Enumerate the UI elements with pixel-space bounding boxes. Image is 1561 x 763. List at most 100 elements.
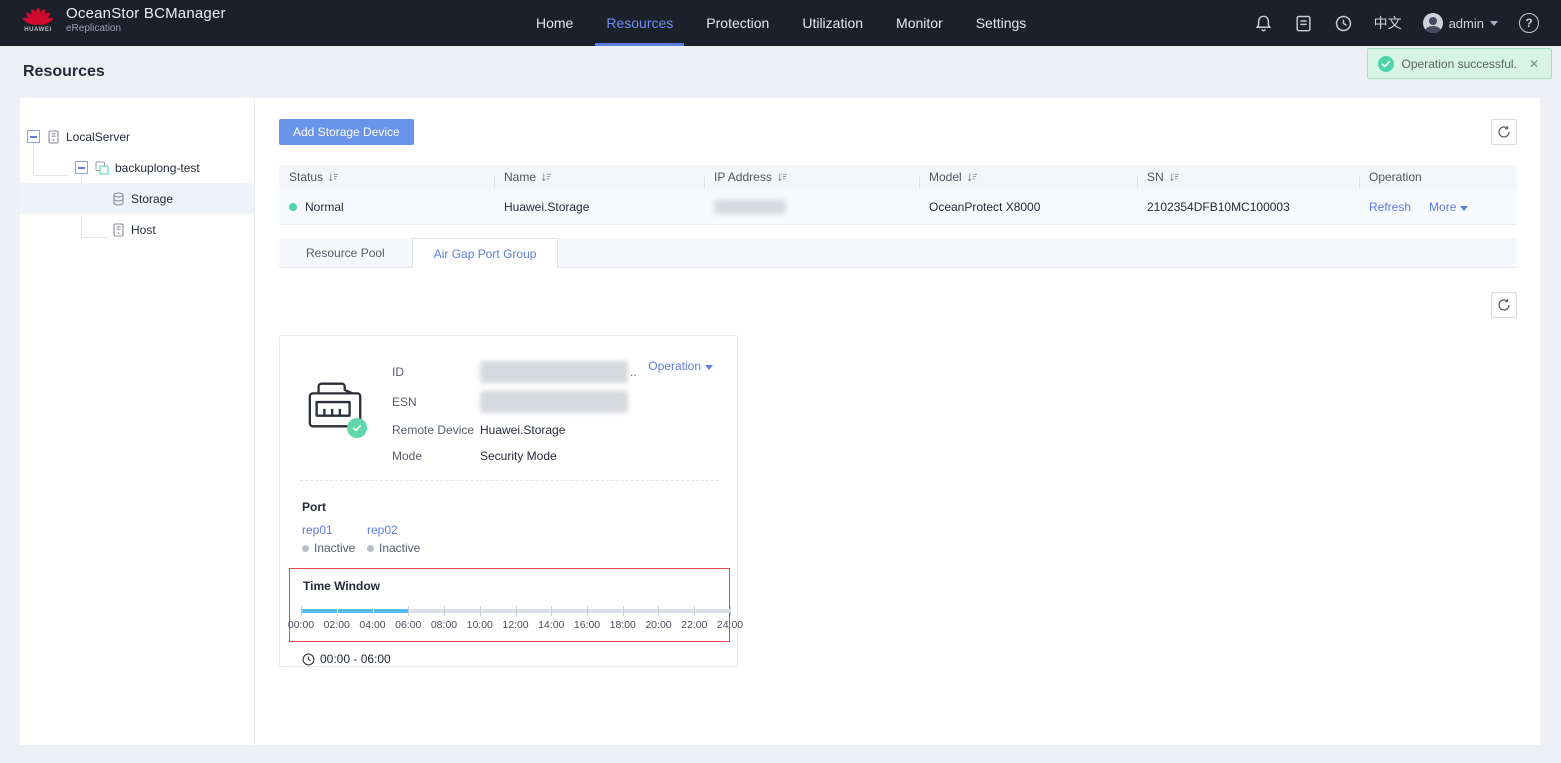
nav-settings[interactable]: Settings (976, 0, 1027, 46)
chevron-down-icon (705, 365, 713, 370)
redacted-esn (480, 391, 628, 413)
verified-check-icon (347, 418, 367, 438)
time-range-text: 00:00 - 06:00 (320, 652, 391, 666)
sort-icon[interactable] (777, 172, 788, 183)
cluster-icon (95, 161, 109, 175)
sort-icon[interactable] (541, 172, 552, 183)
sort-icon[interactable] (967, 172, 978, 183)
table-header: Status Name IP Address Model SN Operatio… (279, 165, 1517, 189)
add-storage-device-button[interactable]: Add Storage Device (279, 119, 414, 145)
help-icon[interactable]: ? (1519, 13, 1539, 33)
huawei-logo-icon: HUAWEI (18, 7, 58, 33)
nav-utilization[interactable]: Utilization (802, 0, 863, 46)
air-gap-device-icon (305, 376, 375, 473)
nav-resources[interactable]: Resources (606, 0, 673, 46)
product-title: OceanStor BCManager (66, 5, 226, 22)
tree-item-label: Storage (131, 192, 173, 206)
status-text: Normal (305, 200, 344, 214)
column-model[interactable]: Model (919, 170, 1137, 184)
chevron-down-icon (1490, 21, 1498, 26)
field-remote-device: Remote Device Huawei.Storage (392, 421, 637, 439)
table-row[interactable]: Normal Huawei.Storage OceanProtect X8000… (279, 189, 1517, 225)
log-icon[interactable] (1294, 14, 1313, 33)
tree-item-label: backuplong-test (115, 161, 200, 175)
tab-air-gap-port-group[interactable]: Air Gap Port Group (412, 238, 559, 268)
bell-icon[interactable] (1254, 14, 1273, 33)
tree-item-label: LocalServer (66, 130, 130, 144)
column-sn[interactable]: SN (1137, 170, 1359, 184)
time-window-title: Time Window (303, 579, 729, 593)
close-icon[interactable]: ✕ (1529, 57, 1539, 71)
sn-cell: 2102354DFB10MC100003 (1137, 200, 1359, 214)
storage-icon (112, 192, 125, 206)
nav-home[interactable]: Home (536, 0, 573, 46)
product-subtitle: eReplication (66, 23, 226, 34)
page-title: Resources (23, 63, 105, 81)
port-link[interactable]: rep02 (367, 523, 432, 537)
tab-bar: Resource Pool Air Gap Port Group (279, 238, 1517, 268)
column-status[interactable]: Status (279, 170, 494, 184)
active-time-segment (301, 609, 408, 613)
inactive-dot (302, 545, 309, 552)
collapse-icon[interactable] (75, 161, 88, 174)
divider (300, 480, 719, 481)
column-ip-address[interactable]: IP Address (704, 170, 919, 184)
server-icon (47, 130, 60, 144)
operation-cell: Refresh More (1359, 200, 1517, 214)
toast-message: Operation successful. (1402, 57, 1517, 71)
success-toast: Operation successful. ✕ (1367, 48, 1552, 79)
inactive-dot (367, 545, 374, 552)
title-bar: Resources (0, 46, 1561, 98)
main-panel: Add Storage Device Status Name IP Addres… (255, 98, 1540, 745)
sort-icon[interactable] (1169, 172, 1180, 183)
success-check-icon (1378, 56, 1394, 72)
user-menu[interactable]: admin (1423, 13, 1498, 33)
column-operation: Operation (1359, 170, 1517, 184)
more-link[interactable]: More (1429, 200, 1468, 214)
main-nav: Home Resources Protection Utilization Mo… (536, 0, 1026, 46)
refresh-button[interactable] (1491, 119, 1517, 145)
time-window-highlight-box: Time Window 00:00 02:00 04:00 06:00 08:0… (289, 568, 730, 642)
clock-icon[interactable] (1334, 14, 1353, 33)
field-esn: ESN (392, 391, 637, 413)
device-tree: LocalServer backuplong-test Storage (20, 98, 255, 745)
huawei-wordmark: HUAWEI (24, 27, 52, 33)
column-name[interactable]: Name (494, 170, 704, 184)
tree-item-host[interactable]: Host (20, 214, 254, 245)
collapse-icon[interactable] (27, 130, 40, 143)
port-link[interactable]: rep01 (302, 523, 367, 537)
language-switch[interactable]: 中文 (1374, 13, 1402, 33)
username: admin (1449, 16, 1484, 31)
avatar-icon (1423, 13, 1443, 33)
tree-item-backuplong-test[interactable]: backuplong-test (20, 152, 254, 183)
field-mode: Mode Security Mode (392, 447, 637, 465)
port-rep02: rep02 Inactive (367, 523, 432, 555)
nav-monitor[interactable]: Monitor (896, 0, 943, 46)
sort-icon[interactable] (328, 172, 339, 183)
status-dot (289, 203, 297, 211)
field-id: ID .. (392, 361, 637, 383)
clock-icon (302, 653, 315, 666)
name-cell: Huawei.Storage (494, 200, 704, 214)
time-window-timeline: 00:00 02:00 04:00 06:00 08:00 10:00 12:0… (301, 609, 730, 613)
card-operation-dropdown[interactable]: Operation (648, 359, 713, 373)
tree-item-storage[interactable]: Storage (20, 183, 254, 214)
top-bar: HUAWEI OceanStor BCManager eReplication … (0, 0, 1561, 46)
content-area: LocalServer backuplong-test Storage (20, 98, 1540, 745)
redacted-id (480, 361, 628, 383)
port-section-title: Port (302, 500, 737, 514)
chevron-down-icon (1460, 206, 1468, 211)
redacted-ip (714, 200, 786, 214)
refresh-button[interactable] (1491, 292, 1517, 318)
tab-resource-pool[interactable]: Resource Pool (285, 238, 406, 267)
host-icon (112, 223, 125, 237)
brand: HUAWEI OceanStor BCManager eReplication (18, 5, 226, 34)
ip-cell (704, 200, 919, 214)
nav-protection[interactable]: Protection (706, 0, 769, 46)
tree-item-localserver[interactable]: LocalServer (20, 121, 254, 152)
refresh-link[interactable]: Refresh (1369, 200, 1411, 214)
air-gap-card: Operation ID . (279, 335, 738, 667)
tree-item-label: Host (131, 223, 156, 237)
model-cell: OceanProtect X8000 (919, 200, 1137, 214)
status-cell: Normal (279, 200, 494, 214)
